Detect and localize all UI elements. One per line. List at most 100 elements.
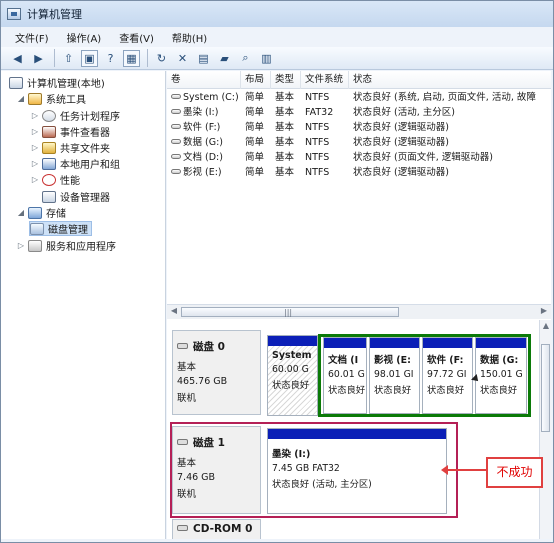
expand-icon[interactable]: ▷ [31, 111, 39, 120]
tree-item-shared-folders[interactable]: ▷ 共享文件夹 [31, 140, 110, 155]
partition-moran[interactable]: 墨染 (I:) 7.45 GB FAT32 状态良好 (活动, 主分区) [267, 428, 447, 514]
export-icon[interactable]: ▥ [258, 50, 275, 67]
help-icon[interactable]: ? [102, 50, 119, 67]
layout-cell: 简单 [245, 152, 265, 163]
scroll-up-icon[interactable]: ▲ [541, 321, 551, 333]
drive-icon [171, 169, 181, 174]
file-system-cell: NTFS [305, 92, 330, 103]
disk-0-status: 联机 [177, 393, 197, 404]
up-icon[interactable]: ⇧ [60, 50, 77, 67]
tree-item-disk-management[interactable]: 磁盘管理 [29, 221, 92, 236]
folder-icon[interactable]: ▣ [81, 49, 98, 67]
column-volume[interactable]: 卷 [167, 71, 241, 89]
table-row[interactable]: 数据 (G:) 简单 基本 NTFS 状态良好 (逻辑驱动器) [167, 135, 551, 150]
computer-management-window: 计算机管理 文件(F) 操作(A) 查看(V) 帮助(H) ◀ ▶ ⇧ ▣ ? … [0, 0, 554, 543]
services-icon [28, 239, 42, 252]
partition-name: 墨染 (I:) [272, 449, 311, 460]
cdrom-0-label[interactable]: CD-ROM 0 [172, 519, 261, 539]
delete-icon[interactable]: ✕ [174, 50, 191, 67]
menu-view[interactable]: 查看(V) [119, 30, 154, 45]
partition-status: 状态良好 [328, 385, 366, 396]
partition-bar [268, 336, 317, 346]
horizontal-scrollbar[interactable]: ◀ ||| ▶ [167, 304, 551, 319]
partition-size-filesystem: 7.45 GB FAT32 [272, 463, 340, 474]
partition-size: 98.01 GI [374, 369, 414, 380]
column-layout[interactable]: 布局 [241, 71, 271, 89]
tree-item-task-scheduler[interactable]: ▷ 任务计划程序 [31, 108, 120, 123]
disk-1-size: 7.46 GB [177, 472, 216, 483]
tree-item-label: 性能 [60, 176, 80, 187]
forward-icon[interactable]: ▶ [30, 50, 47, 67]
failure-callout: 不成功 [486, 457, 543, 488]
back-icon[interactable]: ◀ [9, 50, 26, 67]
tree-item-label: 服务和应用程序 [46, 242, 116, 253]
partition-system[interactable]: System 60.00 G 状态良好 [267, 335, 318, 416]
menu-action[interactable]: 操作(A) [67, 30, 102, 45]
toolbar-separator [54, 49, 55, 67]
window-title: 计算机管理 [27, 8, 82, 21]
type-cell: 基本 [275, 122, 295, 133]
vertical-scrollbar[interactable]: ▲ [539, 320, 551, 539]
properties-icon[interactable]: ▤ [195, 50, 212, 67]
partition-size: 60.00 G [272, 364, 309, 375]
table-row[interactable]: 软件 (F:) 简单 基本 NTFS 状态良好 (逻辑驱动器) [167, 120, 551, 135]
table-row[interactable]: System (C:) 简单 基本 NTFS 状态良好 (系统, 启动, 页面文… [167, 90, 551, 105]
tree-item-storage[interactable]: ◢ 存储 [17, 205, 66, 220]
tree-item-system-tools[interactable]: ◢ 系统工具 [17, 91, 86, 106]
file-system-cell: NTFS [305, 137, 330, 148]
partition-data[interactable]: 数据 (G: 150.01 G 状态良好 [475, 337, 527, 414]
table-row[interactable]: 墨染 (I:) 简单 基本 FAT32 状态良好 (活动, 主分区) [167, 105, 551, 120]
collapse-icon[interactable]: ◢ [17, 208, 25, 217]
column-status[interactable]: 状态 [349, 71, 551, 89]
partition-software[interactable]: 软件 (F: 97.72 GI 状态良好 [422, 337, 473, 414]
cdrom-icon [177, 525, 188, 531]
tree-item-event-viewer[interactable]: ▷ 事件查看器 [31, 124, 110, 139]
title-bar[interactable]: 计算机管理 [1, 1, 553, 27]
layout-cell: 简单 [245, 137, 265, 148]
expand-icon[interactable]: ▷ [31, 159, 39, 168]
partition-videos[interactable]: 影视 (E: 98.01 GI 状态良好 [369, 337, 420, 414]
disk-icon [177, 343, 188, 349]
tree-item-performance[interactable]: ▷ 性能 [31, 172, 80, 187]
search-icon[interactable]: ⌕ [237, 50, 254, 67]
disk-1-label[interactable]: 磁盘 1 基本 7.46 GB 联机 [172, 426, 261, 514]
partition-size: 150.01 G [480, 369, 523, 380]
collapse-icon[interactable]: ◢ [17, 94, 25, 103]
partition-name: 数据 (G: [480, 355, 519, 366]
menu-help[interactable]: 帮助(H) [172, 30, 207, 45]
expand-icon[interactable]: ▷ [31, 127, 39, 136]
table-row[interactable]: 文档 (D:) 简单 基本 NTFS 状态良好 (页面文件, 逻辑驱动器) [167, 150, 551, 165]
performance-icon [42, 173, 56, 186]
drive-icon [171, 94, 181, 99]
scroll-right-icon[interactable]: ▶ [539, 306, 549, 318]
column-file-system[interactable]: 文件系统 [301, 71, 349, 89]
volume-list-pane: 卷 布局 类型 文件系统 状态 System (C:) 简单 基本 NTFS 状… [167, 71, 551, 319]
toolbar-separator-2 [147, 49, 148, 67]
disk-0-label[interactable]: 磁盘 0 基本 465.76 GB 联机 [172, 330, 261, 415]
vertical-scroll-thumb[interactable] [541, 344, 550, 432]
refresh-icon[interactable]: ↻ [153, 50, 170, 67]
tree-root[interactable]: 计算机管理(本地) [9, 75, 105, 90]
expand-icon[interactable]: ▷ [17, 241, 25, 250]
expand-icon[interactable]: ▷ [31, 175, 39, 184]
cdrom-0-name: CD-ROM 0 [177, 523, 256, 535]
split-view-icon[interactable]: ▦ [123, 49, 140, 67]
tree-item-local-users[interactable]: ▷ 本地用户和组 [31, 156, 120, 171]
partition-size: 60.01 G [328, 369, 365, 380]
partition-documents[interactable]: 文档 (I 60.01 G 状态良好 [323, 337, 367, 414]
file-system-cell: FAT32 [305, 107, 334, 118]
expand-icon[interactable]: ▷ [31, 143, 39, 152]
scroll-left-icon[interactable]: ◀ [169, 306, 179, 318]
partition-status: 状态良好 [272, 380, 310, 391]
menu-file[interactable]: 文件(F) [15, 30, 49, 45]
disk-layout-pane: 磁盘 0 基本 465.76 GB 联机 System 60.00 G 状态良好… [167, 320, 551, 539]
computer-management-icon [7, 8, 21, 20]
open-icon[interactable]: ▰ [216, 50, 233, 67]
tree-item-device-manager[interactable]: 设备管理器 [42, 189, 110, 204]
column-type[interactable]: 类型 [271, 71, 301, 89]
tree-root-label: 计算机管理(本地) [27, 79, 105, 90]
tree-item-services-apps[interactable]: ▷ 服务和应用程序 [17, 238, 116, 253]
horizontal-scroll-thumb[interactable]: ||| [181, 307, 399, 317]
status-cell: 状态良好 (逻辑驱动器) [353, 137, 449, 148]
table-row[interactable]: 影视 (E:) 简单 基本 NTFS 状态良好 (逻辑驱动器) [167, 165, 551, 180]
